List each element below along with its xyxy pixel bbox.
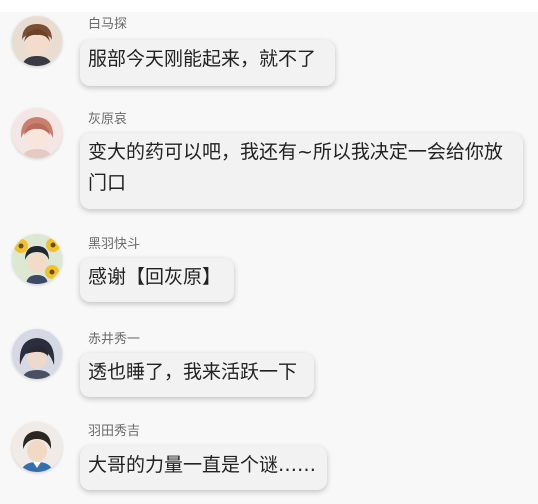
message-bubble[interactable]: 服部今天刚能起来，就不了 [80,40,335,86]
message-bubble[interactable]: 大哥的力量一直是个谜…… [80,446,327,490]
avatar[interactable] [12,422,62,472]
sender-name: 羽田秀吉 [88,424,141,439]
avatar[interactable] [12,329,62,379]
message-bubble[interactable]: 感谢【回灰原】 [80,258,234,302]
sender-name: 白马探 [88,17,128,32]
avatar[interactable] [12,108,62,158]
message-bubble[interactable]: 透也睡了，我来活跃一下 [80,353,314,397]
sender-name: 灰原哀 [88,112,128,127]
message-bubble[interactable]: 变大的药可以吧，我还有~所以我决定一会给你放门口 [80,133,523,209]
avatar[interactable] [12,16,62,66]
avatar[interactable] [12,234,62,284]
sender-name: 黑羽快斗 [88,237,141,252]
top-strip [0,0,538,12]
sender-name: 赤井秀一 [88,332,141,347]
